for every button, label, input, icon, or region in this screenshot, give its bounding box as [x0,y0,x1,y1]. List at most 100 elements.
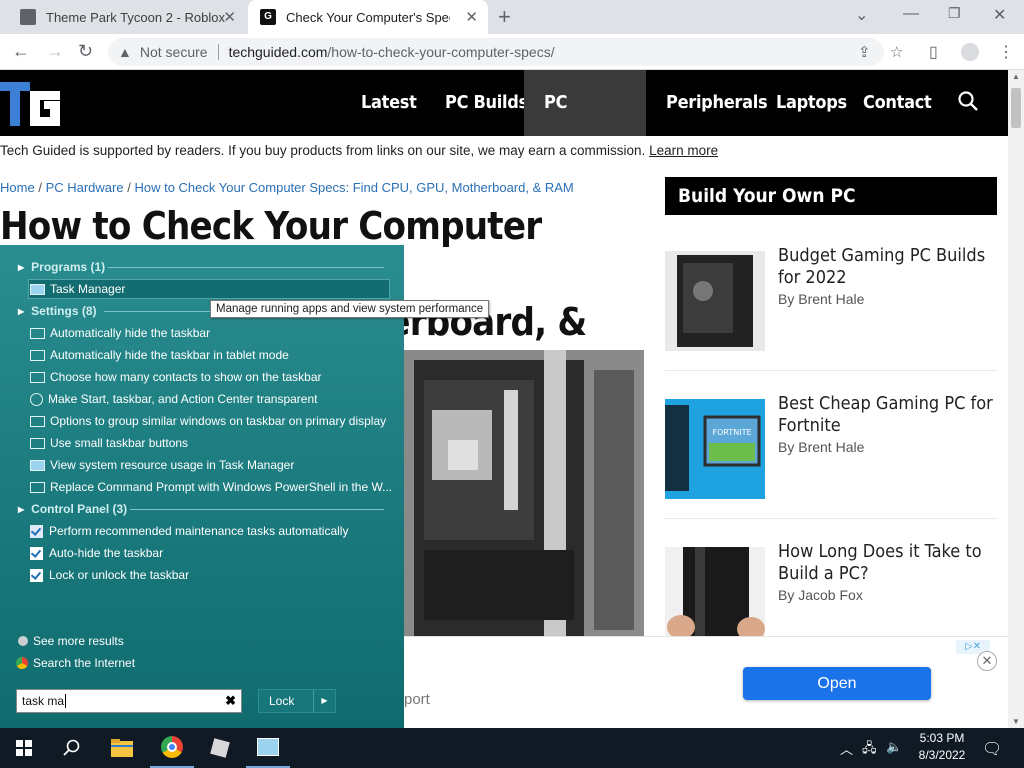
browser-tab-strip: Theme Park Tycoon 2 - Roblox ✕ G Check Y… [0,0,1024,34]
tab-title: Check Your Computer's Specs: CPU [286,9,450,25]
page-scrollbar[interactable]: ▲ ▼ [1008,70,1024,728]
card-thumbnail[interactable]: FORTNITE [665,399,765,499]
nav-contact[interactable]: Contact [853,70,941,136]
show-hidden-icons[interactable]: ︿ [840,739,853,758]
sidebar-card[interactable]: Budget Gaming PC Builds for 2022 By Bren… [665,245,997,371]
search-results-icon [18,636,28,646]
scroll-down-icon[interactable]: ▼ [1012,717,1020,726]
result-label: Lock or unlock the taskbar [49,568,190,582]
new-tab-icon[interactable]: + [498,4,511,30]
chrome-icon [161,736,183,758]
forward-icon[interactable]: → [46,41,64,62]
nav-laptops[interactable]: Laptops [766,70,857,136]
profile-avatar-icon[interactable] [961,43,979,61]
card-author: By Brent Hale [778,291,865,307]
result-setting[interactable]: Replace Command Prompt with Windows Powe… [30,477,392,497]
close-tab-icon[interactable]: ✕ [465,8,478,26]
affiliate-disclosure: Tech Guided is supported by readers. If … [0,143,718,158]
result-control-panel[interactable]: Perform recommended maintenance tasks au… [30,521,348,541]
warning-icon: ▲ [118,44,132,60]
security-status[interactable]: Not secure [140,44,208,60]
group-control-panel[interactable]: ▶ Control Panel (3) [18,500,127,518]
result-control-panel[interactable]: Auto-hide the taskbar [30,543,163,563]
chrome-taskbar-button[interactable] [150,728,194,768]
breadcrumb: Home / PC Hardware / How to Check Your C… [0,180,574,195]
tab-techguided[interactable]: G Check Your Computer's Specs: CPU ✕ [248,0,488,34]
file-explorer-button[interactable] [100,728,144,768]
start-search-input[interactable]: task ma ✖ [16,689,242,713]
maintenance-icon [30,524,43,538]
control-panel-icon [257,738,279,756]
address-bar[interactable]: ▲ Not secure techguided.com/how-to-check… [108,38,903,66]
roblox-taskbar-button[interactable] [198,728,242,768]
site-search-icon[interactable] [957,90,979,112]
result-setting[interactable]: View system resource usage in Task Manag… [30,455,294,475]
breadcrumb-pc-hardware[interactable]: PC Hardware [46,180,124,195]
clear-search-icon[interactable]: ✖ [225,693,236,709]
card-thumbnail[interactable] [665,547,765,647]
scroll-up-icon[interactable]: ▲ [1012,72,1020,81]
search-icon [63,739,80,756]
result-setting[interactable]: Automatically hide the taskbar [30,323,210,343]
result-setting[interactable]: Make Start, taskbar, and Action Center t… [30,389,317,409]
group-programs[interactable]: ▶ Programs (1) [18,258,105,276]
tab-search-chevron-icon[interactable]: ⌄ [855,5,868,25]
task-manager-icon [30,283,45,295]
result-setting[interactable]: Use small taskbar buttons [30,433,188,453]
power-options-arrow-icon[interactable]: ▶ [313,690,335,712]
clock-time: 5:03 PM [919,731,965,745]
checkbox-icon [30,568,43,582]
restore-icon[interactable]: ❐ [948,5,961,22]
close-window-icon[interactable]: ✕ [993,5,1006,25]
back-icon[interactable]: ← [12,41,30,62]
bookmark-star-icon[interactable]: ☆ [890,43,903,61]
result-task-manager[interactable]: Task Manager [28,279,390,299]
text-cursor [65,694,67,708]
classic-shell-taskbar-button[interactable] [246,728,290,768]
menu-dots-icon[interactable]: ⋮ [998,42,1014,62]
result-setting[interactable]: Choose how many contacts to show on the … [30,367,321,387]
start-button[interactable] [0,728,48,768]
clock[interactable]: 5:03 PM 8/3/2022 [912,730,972,764]
nav-latest[interactable]: Latest [351,70,427,136]
card-thumbnail[interactable] [665,251,765,351]
card-title[interactable]: How Long Does it Take to Build a PC? [778,541,997,585]
side-panel-icon[interactable]: ▯ [929,42,938,62]
card-author: By Jacob Fox [778,587,863,603]
expand-triangle-icon: ▶ [18,504,25,514]
nav-pc-builds[interactable]: PC Builds [435,70,538,136]
sidebar-card[interactable]: FORTNITE Best Cheap Gaming PC for Fortni… [665,393,997,519]
notifications-icon[interactable]: 🗨 [982,739,1002,759]
url-domain: techguided.com [228,44,328,60]
techguided-logo[interactable] [0,82,62,126]
result-label: Task Manager [50,282,126,296]
minimize-icon[interactable]: — [903,5,919,23]
tab-roblox[interactable]: Theme Park Tycoon 2 - Roblox ✕ [8,0,246,34]
search-the-internet[interactable]: Search the Internet [16,656,135,670]
reload-icon[interactable]: ↻ [78,41,93,62]
result-label: Automatically hide the taskbar in tablet… [50,348,289,362]
scroll-thumb[interactable] [1011,88,1021,128]
ad-close-icon[interactable]: ✕ [977,651,997,671]
network-icon[interactable]: 🖧 [862,739,877,761]
result-setting[interactable]: Automatically hide the taskbar in tablet… [30,345,289,365]
see-more-results[interactable]: See more results [18,634,124,648]
breadcrumb-current[interactable]: How to Check Your Computer Specs: Find C… [134,180,573,195]
taskbar-settings-icon [30,481,45,493]
breadcrumb-home[interactable]: Home [0,180,35,195]
card-title[interactable]: Best Cheap Gaming PC for Fortnite [778,393,997,437]
volume-icon[interactable]: 🔈 [886,739,902,755]
search-internet-label: Search the Internet [33,656,136,670]
result-setting[interactable]: Options to group similar windows on task… [30,411,386,431]
learn-more-link[interactable]: Learn more [649,143,718,158]
result-control-panel[interactable]: Lock or unlock the taskbar [30,565,189,585]
group-settings[interactable]: ▶ Settings (8) [18,302,97,320]
ad-open-button[interactable]: Open [743,667,931,700]
nav-peripherals[interactable]: Peripherals [656,70,777,136]
lock-button[interactable]: Lock ▶ [258,689,336,713]
search-button[interactable] [50,728,94,768]
nav-pc-hardware[interactable]: PC Hardware [524,70,646,179]
share-icon[interactable]: ⇪ [858,43,871,61]
close-tab-icon[interactable]: ✕ [223,8,236,26]
card-title[interactable]: Budget Gaming PC Builds for 2022 [778,245,997,289]
